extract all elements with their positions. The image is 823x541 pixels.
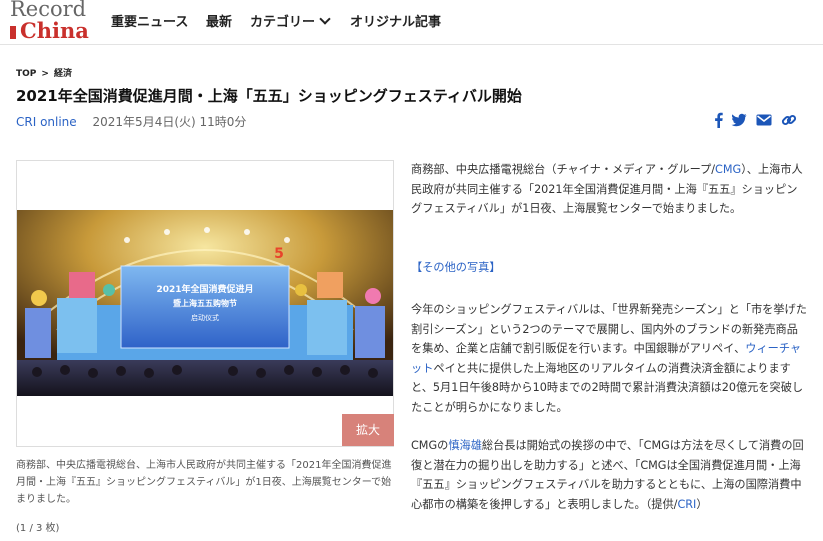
cmg-link[interactable]: CMG — [715, 163, 741, 176]
site-logo[interactable]: Record China — [8, 0, 94, 44]
paragraph-4: CMGの慎海雄総台長は開始式の挨拶の中で、「CMGは方法を尽くして消費の回復と潜… — [411, 436, 807, 514]
nav-item-latest[interactable]: 最新 — [206, 11, 232, 30]
paragraph-3: 今年のショッピングフェスティバルは、「世界新発売シーズン」と「市を挙げた割引シー… — [411, 300, 807, 417]
article-meta: CRI online 2021年5月4日(火) 11時0分 — [16, 113, 246, 130]
breadcrumb-economy[interactable]: 経済 — [54, 69, 72, 79]
paragraph-1: 商務部、中央広播電視総台（チャイナ・メディア・グループ/CMG）、上海市人民政府… — [411, 160, 807, 219]
paragraph-3-text-b: ペイと共に提供した上海地区のリアルタイムの消費決済金額によりますと、5月1日午後… — [411, 361, 804, 414]
nav-item-original[interactable]: オリジナル記事 — [350, 11, 441, 30]
photo-viewer: 2021年全国消费促进月 暨上海五五购物节 启动仪式 5 — [16, 160, 394, 447]
share-bar — [711, 112, 801, 128]
shen-haixiong-link[interactable]: 慎海雄 — [448, 439, 482, 452]
nav-item-category-label: カテゴリー — [250, 15, 316, 30]
more-photos-link[interactable]: 【その他の写真】 — [411, 261, 501, 274]
twitter-icon[interactable] — [731, 112, 747, 128]
photo-counter: (1 / 3 枚) — [16, 523, 60, 534]
paragraph-4-text-c: ） — [696, 497, 708, 511]
nav-item-category[interactable]: カテゴリー — [250, 11, 331, 30]
article-photo[interactable]: 2021年全国消费促进月 暨上海五五购物节 启动仪式 5 — [17, 210, 393, 396]
article-source[interactable]: CRI online — [16, 115, 77, 129]
zoom-button[interactable]: 拡大 — [342, 414, 394, 446]
page-title: 2021年全国消費促進月間・上海「五五」ショッピングフェスティバル開始 — [16, 87, 522, 105]
paragraph-4-text-a: CMGの — [411, 439, 449, 452]
stage-text-3: 启动仪式 — [191, 313, 219, 322]
mail-icon[interactable] — [756, 112, 772, 128]
facebook-icon[interactable] — [711, 112, 727, 128]
cri-link[interactable]: CRI — [677, 498, 696, 511]
chevron-down-icon — [319, 13, 331, 25]
site-header: Record China 重要ニュース 最新 カテゴリー オリジナル記事 — [0, 0, 823, 45]
photo-caption: 商務部、中央広播電視総台、上海市人民政府が共同主催する「2021年全国消費促進月… — [16, 460, 392, 505]
link-icon[interactable] — [781, 112, 797, 128]
logo-bar — [10, 26, 16, 39]
breadcrumb: TOP > 経済 — [16, 66, 72, 79]
breadcrumb-top[interactable]: TOP — [16, 69, 36, 79]
svg-text:5: 5 — [274, 246, 284, 262]
breadcrumb-separator: > — [41, 69, 49, 79]
nav-item-top-news[interactable]: 重要ニュース — [111, 11, 188, 30]
paragraph-1-text-a: 商務部、中央広播電視総台（チャイナ・メディア・グループ/ — [411, 163, 716, 176]
more-photos-paragraph: 【その他の写真】 — [411, 258, 807, 278]
stage-text-2: 暨上海五五购物节 — [173, 298, 237, 308]
stage-text-1: 2021年全国消费促进月 — [156, 283, 253, 295]
article-date: 2021年5月4日(火) 11時0分 — [92, 115, 247, 129]
logo-china-text: China — [20, 18, 89, 43]
